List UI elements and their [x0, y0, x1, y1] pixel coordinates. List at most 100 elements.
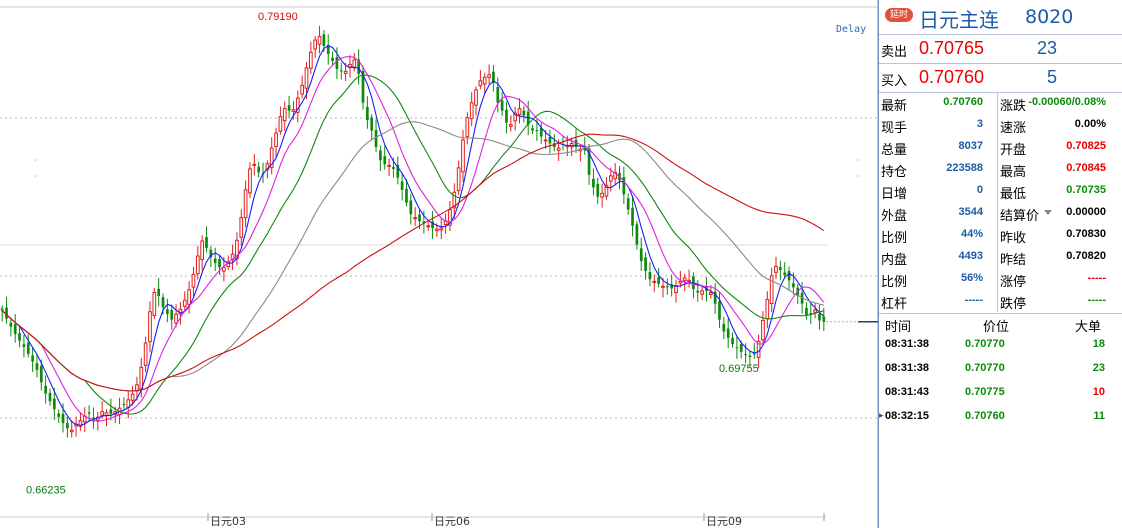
tick-volume: 23: [1092, 362, 1105, 374]
candle-body: [556, 147, 561, 151]
candle-body: [665, 286, 669, 288]
stat-value: 0.70845: [1066, 162, 1106, 174]
stat-right-0: 涨跌 -0.00060/0.08%: [998, 92, 1116, 114]
candle-body: [205, 236, 208, 248]
candle-body: [700, 290, 704, 295]
tick-row[interactable]: 08:31:38 0.70770 23: [879, 357, 1122, 381]
candlestick-chart[interactable]: 日元03 日元06 日元09 0.79190 0.69755 0.66235 Delay: [0, 0, 878, 528]
candle-body: [87, 412, 91, 414]
candle-body: [744, 354, 747, 356]
stat-label: 涨停: [1000, 275, 1027, 290]
candle-body: [774, 265, 778, 273]
chart-canvas[interactable]: 日元03 日元06 日元09 0.79190 0.69755 0.66235: [0, 0, 878, 528]
stat-left-9: 杠杆 -----: [879, 290, 997, 312]
candle-body: [478, 80, 483, 87]
candle-body: [487, 74, 491, 78]
grid-dot-2: [257, 159, 259, 161]
candle-body: [543, 139, 548, 142]
candle-body: [818, 313, 821, 321]
stat-value: 223588: [946, 162, 983, 174]
candle-body: [426, 225, 431, 228]
dropdown-arrow-icon[interactable]: [1044, 210, 1052, 215]
candle-body: [22, 344, 26, 347]
stat-label: 昨收: [1000, 231, 1027, 246]
stat-label: 总量: [881, 143, 908, 158]
instrument-code: 8020: [1025, 6, 1074, 28]
candle-body: [200, 240, 205, 261]
stat-value: 0.70820: [1066, 250, 1106, 262]
stat-value: 0.00%: [1074, 118, 1106, 130]
candle-body: [400, 181, 404, 190]
stat-value: 8037: [958, 140, 983, 152]
candle-body: [122, 404, 126, 405]
stat-value: 0.00000: [1066, 206, 1106, 218]
candle-body: [779, 267, 782, 270]
candle-body: [274, 132, 278, 147]
candle-body: [631, 207, 634, 226]
candle-body: [652, 280, 657, 283]
candle-body: [783, 272, 787, 276]
candle-body: [248, 168, 252, 194]
stat-value: -----: [964, 294, 983, 306]
stat-label: 杠杆: [881, 297, 908, 312]
candle-body: [152, 292, 157, 317]
stat-value: 0.70825: [1066, 140, 1106, 152]
candle-body: [726, 328, 730, 338]
candle-body: [822, 316, 826, 322]
candle-body: [792, 283, 795, 288]
candle-body: [496, 87, 500, 103]
candle-body: [370, 117, 374, 131]
tick-volume: 10: [1092, 386, 1105, 398]
grid-dot-5: [857, 175, 859, 177]
stat-right-3: 最高 0.70845: [998, 158, 1116, 180]
candle-body: [765, 299, 770, 320]
candle-body: [548, 137, 552, 144]
candle-body: [600, 192, 604, 198]
candle-body: [409, 200, 413, 215]
stat-right-5: 结算价 0.00000: [998, 202, 1116, 224]
stat-label: 日增: [881, 187, 908, 202]
stat-label: 比例: [881, 231, 908, 246]
low-annotation-right: 0.69755: [719, 363, 759, 375]
candle-body: [474, 89, 478, 106]
candle-body: [109, 409, 113, 414]
tick-row[interactable]: 08:31:43 0.70775 10: [879, 381, 1122, 405]
buy-volume: 5: [1046, 67, 1057, 87]
tick-volume: 18: [1092, 338, 1105, 350]
candle-body: [465, 117, 470, 137]
tick-row[interactable]: ▸ 08:32:15 0.70760 11: [879, 405, 1122, 429]
candle-body: [52, 398, 56, 410]
candle-body: [239, 217, 244, 238]
tick-list[interactable]: 时间 价位 大单 08:31:38 0.70770 18 08:31:38 0.7077…: [879, 313, 1122, 528]
candle-body: [157, 288, 161, 297]
stat-label: 比例: [881, 275, 908, 290]
candle-body: [787, 270, 791, 281]
candle-body: [143, 342, 148, 366]
stat-label: 外盘: [881, 209, 908, 224]
candle-body: [456, 167, 461, 192]
grid-dot-1: [34, 175, 36, 177]
stat-value: 0.70830: [1066, 228, 1106, 240]
stat-left-2: 总量 8037: [879, 136, 997, 158]
stat-label: 最低: [1000, 187, 1027, 202]
candle-body: [413, 217, 418, 220]
candle-body: [535, 129, 539, 131]
current-row-icon: ▸: [879, 411, 884, 421]
stat-left-3: 持仓 223588: [879, 158, 997, 180]
candle-body: [66, 422, 69, 429]
panel-header: 延时 日元主连 8020: [879, 0, 1122, 35]
stat-right-4: 最低 0.70735: [998, 180, 1116, 202]
candle-body: [813, 309, 817, 313]
candle-body: [635, 224, 639, 245]
candle-body: [195, 255, 200, 275]
tick-row[interactable]: 08:31:38 0.70770 18: [879, 333, 1122, 357]
stat-value: -0.00060/0.08%: [1028, 96, 1106, 108]
grid-dot-0: [34, 159, 36, 161]
candle-body: [213, 258, 217, 263]
candle-body: [592, 178, 595, 188]
stat-label: 涨跌: [1000, 99, 1027, 114]
stat-left-6: 比例 44%: [879, 224, 997, 246]
x-tick-label-0: 日元03: [210, 515, 246, 528]
candle-body: [343, 70, 348, 74]
candle-body: [500, 100, 504, 111]
